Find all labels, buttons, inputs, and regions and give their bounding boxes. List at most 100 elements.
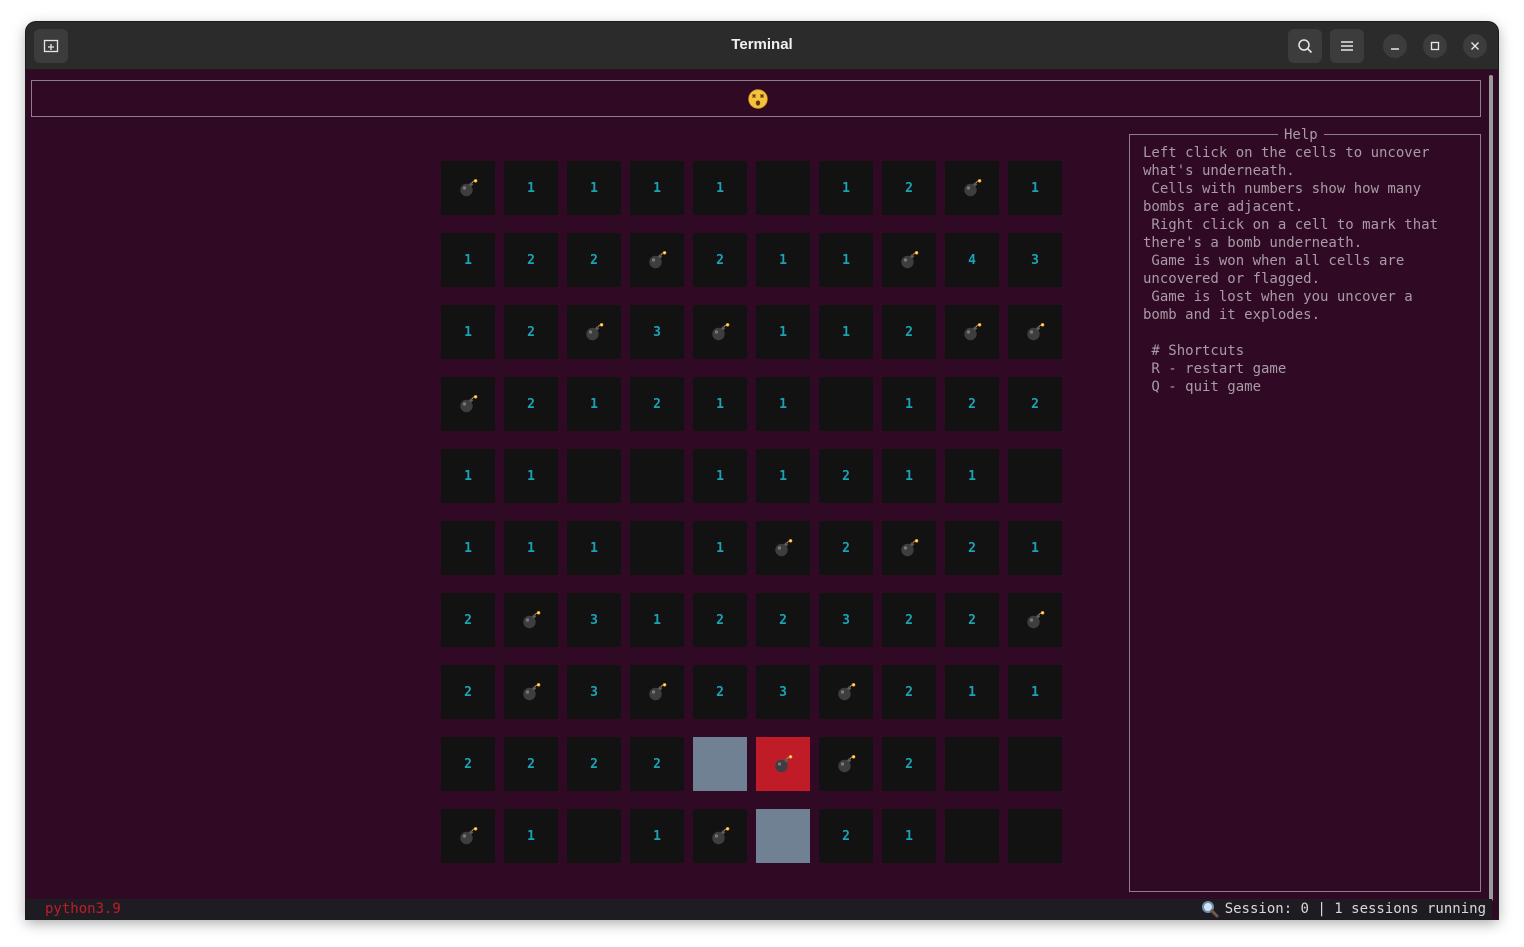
scrollbar[interactable] (1489, 75, 1493, 901)
number-cell[interactable]: 1 (882, 449, 936, 503)
mine-cell[interactable] (630, 665, 684, 719)
number-cell[interactable]: 2 (819, 809, 873, 863)
number-cell[interactable]: 1 (1008, 161, 1062, 215)
number-cell[interactable]: 3 (567, 665, 621, 719)
number-cell[interactable]: 2 (693, 233, 747, 287)
number-cell[interactable]: 2 (819, 521, 873, 575)
number-cell[interactable]: 2 (630, 377, 684, 431)
number-cell[interactable]: 1 (1008, 665, 1062, 719)
mine-cell[interactable] (1008, 305, 1062, 359)
uncovered-cell[interactable] (693, 737, 747, 791)
empty-cell[interactable] (945, 737, 999, 791)
number-cell[interactable]: 1 (567, 521, 621, 575)
close-button[interactable] (1463, 34, 1487, 58)
number-cell[interactable]: 1 (693, 449, 747, 503)
number-cell[interactable]: 2 (819, 449, 873, 503)
number-cell[interactable]: 1 (630, 809, 684, 863)
number-cell[interactable]: 1 (882, 377, 936, 431)
mine-cell[interactable] (756, 521, 810, 575)
number-cell[interactable]: 2 (882, 737, 936, 791)
number-cell[interactable]: 2 (945, 593, 999, 647)
number-cell[interactable]: 2 (504, 377, 558, 431)
mine-cell[interactable] (504, 665, 558, 719)
uncovered-cell[interactable] (756, 809, 810, 863)
mine-cell[interactable] (441, 161, 495, 215)
number-cell[interactable]: 1 (567, 161, 621, 215)
mine-cell[interactable] (819, 665, 873, 719)
number-cell[interactable]: 1 (441, 449, 495, 503)
empty-cell[interactable] (1008, 809, 1062, 863)
number-cell[interactable]: 4 (945, 233, 999, 287)
empty-cell[interactable] (567, 449, 621, 503)
mine-cell[interactable] (441, 809, 495, 863)
number-cell[interactable]: 1 (882, 809, 936, 863)
number-cell[interactable]: 1 (504, 449, 558, 503)
number-cell[interactable]: 2 (945, 377, 999, 431)
number-cell[interactable]: 3 (1008, 233, 1062, 287)
mine-cell[interactable] (819, 737, 873, 791)
number-cell[interactable]: 2 (945, 521, 999, 575)
number-cell[interactable]: 2 (567, 737, 621, 791)
number-cell[interactable]: 2 (504, 233, 558, 287)
minimize-button[interactable] (1383, 34, 1407, 58)
number-cell[interactable]: 1 (819, 161, 873, 215)
number-cell[interactable]: 2 (882, 665, 936, 719)
empty-cell[interactable] (630, 521, 684, 575)
search-button[interactable] (1288, 29, 1322, 63)
empty-cell[interactable] (819, 377, 873, 431)
empty-cell[interactable] (567, 809, 621, 863)
mine-cell[interactable] (567, 305, 621, 359)
number-cell[interactable]: 1 (819, 305, 873, 359)
number-cell[interactable]: 1 (756, 233, 810, 287)
mine-cell[interactable] (945, 305, 999, 359)
number-cell[interactable]: 1 (693, 521, 747, 575)
empty-cell[interactable] (1008, 737, 1062, 791)
number-cell[interactable]: 1 (756, 305, 810, 359)
number-cell[interactable]: 1 (441, 521, 495, 575)
mine-cell[interactable] (693, 809, 747, 863)
number-cell[interactable]: 3 (819, 593, 873, 647)
empty-cell[interactable] (1008, 449, 1062, 503)
number-cell[interactable]: 2 (441, 665, 495, 719)
number-cell[interactable]: 1 (504, 809, 558, 863)
number-cell[interactable]: 2 (1008, 377, 1062, 431)
empty-cell[interactable] (945, 809, 999, 863)
exploded-mine-cell[interactable] (756, 737, 810, 791)
empty-cell[interactable] (630, 449, 684, 503)
number-cell[interactable]: 2 (693, 593, 747, 647)
number-cell[interactable]: 1 (630, 161, 684, 215)
mine-cell[interactable] (693, 305, 747, 359)
mine-cell[interactable] (882, 233, 936, 287)
menu-button[interactable] (1330, 29, 1364, 63)
mine-cell[interactable] (1008, 593, 1062, 647)
number-cell[interactable]: 2 (882, 161, 936, 215)
number-cell[interactable]: 1 (567, 377, 621, 431)
number-cell[interactable]: 1 (441, 233, 495, 287)
mine-cell[interactable] (504, 593, 558, 647)
number-cell[interactable]: 1 (756, 377, 810, 431)
number-cell[interactable]: 2 (504, 737, 558, 791)
maximize-button[interactable] (1423, 34, 1447, 58)
number-cell[interactable]: 2 (882, 593, 936, 647)
number-cell[interactable]: 2 (882, 305, 936, 359)
number-cell[interactable]: 1 (756, 449, 810, 503)
mine-cell[interactable] (630, 233, 684, 287)
number-cell[interactable]: 2 (441, 737, 495, 791)
number-cell[interactable]: 1 (693, 161, 747, 215)
number-cell[interactable]: 1 (504, 521, 558, 575)
number-cell[interactable]: 1 (441, 305, 495, 359)
restart-face-button[interactable] (748, 89, 768, 109)
number-cell[interactable]: 1 (630, 593, 684, 647)
mine-cell[interactable] (945, 161, 999, 215)
number-cell[interactable]: 1 (945, 449, 999, 503)
mine-cell[interactable] (882, 521, 936, 575)
number-cell[interactable]: 1 (693, 377, 747, 431)
number-cell[interactable]: 2 (567, 233, 621, 287)
number-cell[interactable]: 2 (630, 737, 684, 791)
number-cell[interactable]: 3 (567, 593, 621, 647)
number-cell[interactable]: 2 (441, 593, 495, 647)
number-cell[interactable]: 1 (504, 161, 558, 215)
number-cell[interactable]: 3 (756, 665, 810, 719)
number-cell[interactable]: 3 (630, 305, 684, 359)
empty-cell[interactable] (756, 161, 810, 215)
